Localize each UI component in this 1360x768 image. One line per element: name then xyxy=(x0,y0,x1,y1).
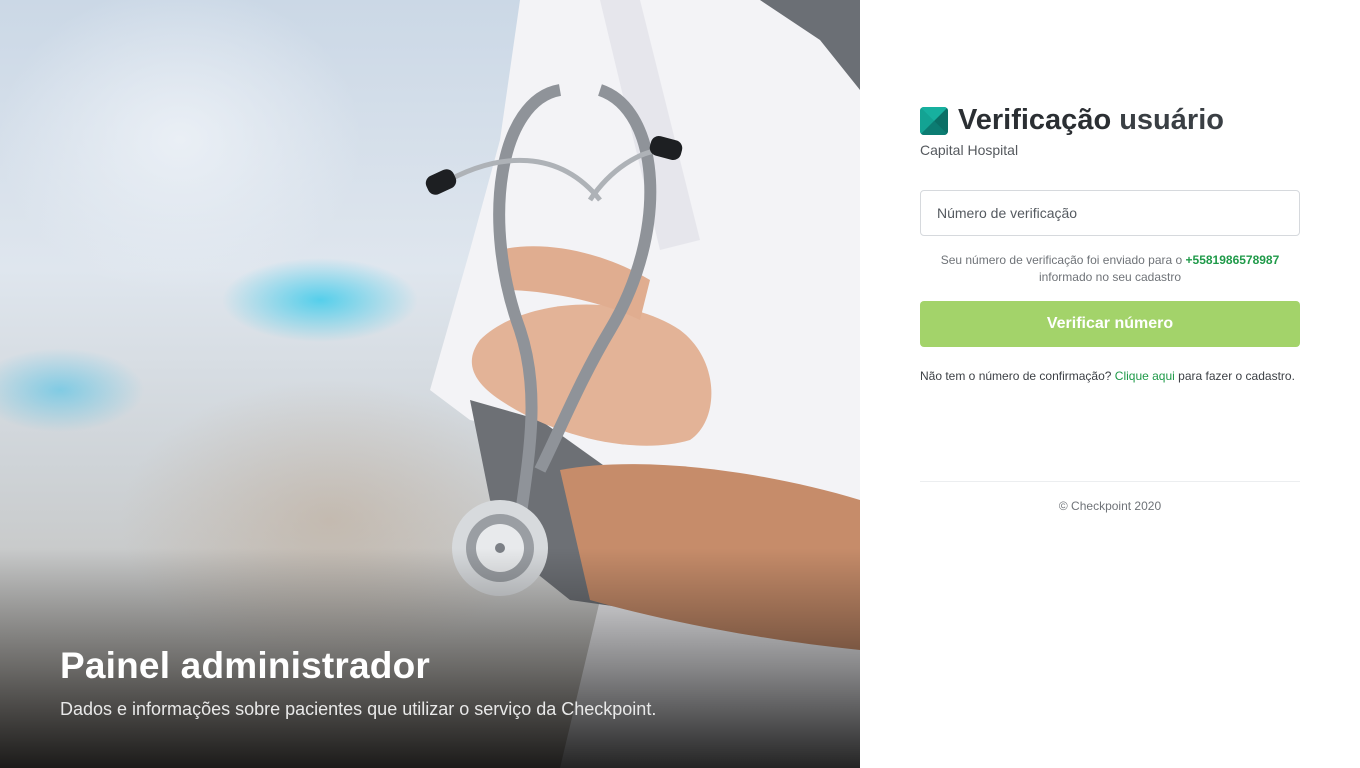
help-suffix: para fazer o cadastro. xyxy=(1178,369,1295,383)
page-title-light: usuário xyxy=(1119,104,1224,136)
hospital-name: Capital Hospital xyxy=(920,142,1019,158)
help-prefix: Não tem o número de confirmação? xyxy=(920,369,1112,383)
page-title: Verificação usuário xyxy=(958,104,1224,137)
verify-number-button[interactable]: Verificar número xyxy=(920,301,1300,347)
brand-header: Verificação usuário xyxy=(920,104,1224,137)
verification-number-input[interactable] xyxy=(920,190,1300,236)
page-title-strong: Verificação xyxy=(958,104,1112,136)
phone-number: +5581986578987 xyxy=(1185,253,1280,267)
info-suffix: informado no seu cadastro xyxy=(1038,270,1182,284)
verification-info: Seu número de verificação foi enviado pa… xyxy=(920,252,1300,286)
help-text: Não tem o número de confirmação? Clique … xyxy=(920,368,1300,385)
hero-title: Painel administrador xyxy=(60,645,430,686)
checkpoint-logo-icon xyxy=(920,106,948,135)
copyright-footer: © Checkpoint 2020 xyxy=(1058,499,1162,513)
divider xyxy=(920,481,1300,482)
hero-subtitle: Dados e informações sobre pacientes que … xyxy=(60,699,657,719)
hero-panel: Painel administrador Dados e informações… xyxy=(0,0,860,768)
register-link[interactable]: Clique aqui xyxy=(1115,369,1175,383)
info-prefix: Seu número de verificação foi enviado pa… xyxy=(940,253,1183,267)
